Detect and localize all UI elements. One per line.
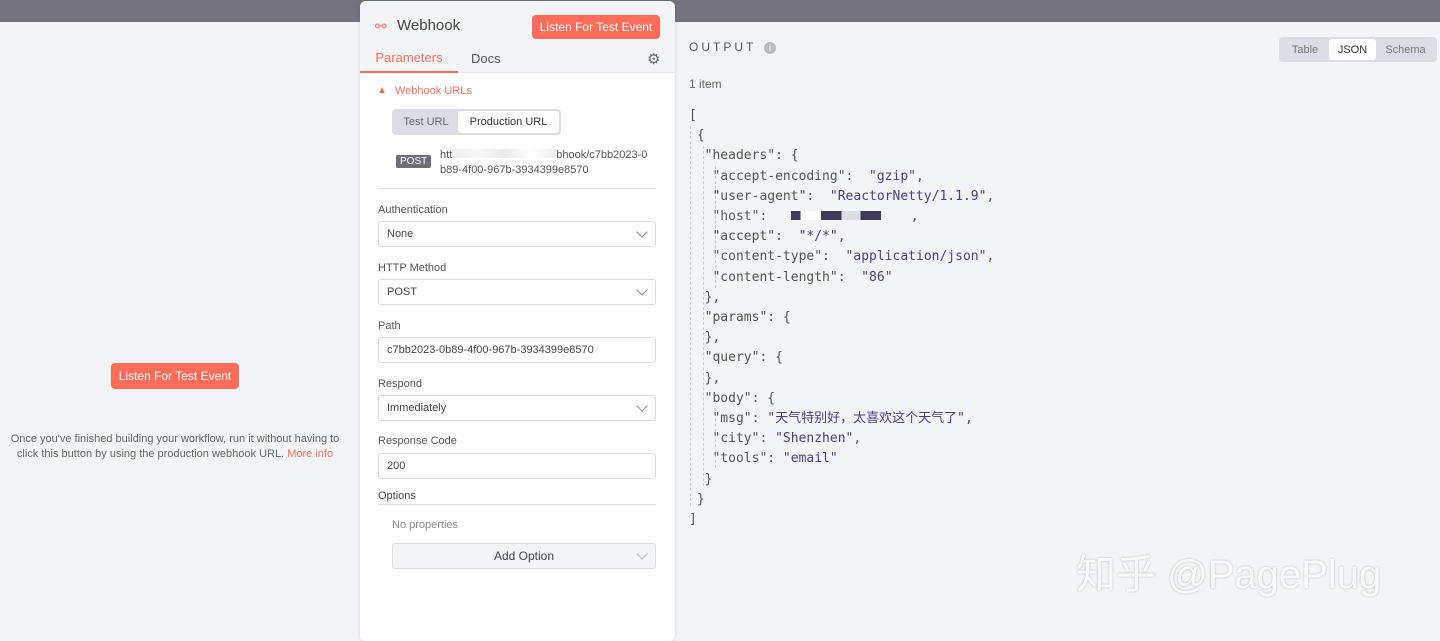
json-value: application/json [853, 249, 979, 265]
select-value: Immediately [387, 402, 447, 414]
json-value: email [790, 451, 830, 467]
response-code-label: Response Code [378, 435, 457, 447]
url-part: htt [440, 149, 453, 161]
divider [378, 188, 656, 189]
http-method-select[interactable]: POST [378, 279, 656, 305]
view-schema[interactable]: Schema [1376, 39, 1435, 60]
more-info-link[interactable]: More info [287, 448, 333, 460]
help-text-line: click this button by using the productio… [16, 448, 285, 460]
chevron-up-icon[interactable]: ▲ [377, 85, 387, 96]
add-option-button[interactable]: Add Option [392, 543, 656, 569]
divider [378, 504, 656, 505]
chevron-down-icon [636, 548, 648, 560]
select-value: POST [387, 286, 417, 298]
json-value: */* [806, 229, 830, 245]
method-badge: POST [396, 155, 432, 168]
authentication-select[interactable]: None [378, 221, 656, 247]
json-value: ReactorNetty/1.1.9 [837, 188, 979, 204]
no-properties-text: No properties [392, 519, 459, 531]
response-code-input[interactable]: 200 [378, 453, 656, 479]
add-option-label: Add Option [493, 549, 555, 563]
json-value: Shenzhen [782, 431, 846, 447]
watermark: 知乎 @PagePlug [1076, 553, 1382, 597]
webhook-url[interactable]: htt bhook/c7bb2023-0 b89-4f00-967b-393439… [440, 148, 660, 178]
top-bar [0, 0, 1440, 22]
chevron-down-icon [636, 284, 648, 296]
url-part: bhook/c7bb2023-0 [556, 149, 648, 161]
path-input[interactable]: c7bb2023-0b89-4f00-967b-3934399e8570 [378, 337, 656, 363]
json-output: [ { "headers": { "accept-encoding": "gzi… [689, 108, 995, 528]
node-parameters-panel: ⚯ Webhook Listen For Test Event Paramete… [360, 1, 675, 641]
listen-for-test-event-button[interactable]: Listen For Test Event [111, 363, 239, 389]
http-method-label: HTTP Method [378, 262, 447, 274]
respond-label: Respond [378, 378, 423, 390]
authentication-label: Authentication [378, 204, 448, 216]
test-url-option[interactable]: Test URL [394, 111, 458, 133]
url-type-toggle: Test URL Production URL [392, 109, 561, 135]
json-value: 天气特别好，太喜欢这个天气了 [775, 411, 958, 427]
webhook-icon: ⚯ [375, 18, 387, 34]
node-title: Webhook [397, 17, 461, 34]
respond-select[interactable]: Immediately [378, 395, 656, 421]
path-label: Path [378, 320, 401, 332]
webhook-urls-toggle[interactable]: Webhook URLs [395, 85, 472, 97]
help-text: Once you've finished building your workf… [0, 432, 350, 462]
help-text-line: Once you've finished building your workf… [10, 433, 340, 445]
select-value: None [387, 228, 414, 240]
view-json[interactable]: JSON [1329, 39, 1376, 60]
url-part: b89-4f00-967b-3934399e8570 [440, 164, 589, 176]
json-value: 86 [869, 269, 885, 285]
production-url-option[interactable]: Production URL [458, 111, 559, 133]
view-table[interactable]: Table [1281, 39, 1329, 60]
options-label: Options [378, 490, 416, 502]
output-title: OUTPUT [689, 40, 757, 54]
chevron-down-icon [636, 226, 648, 238]
chevron-down-icon [636, 400, 648, 412]
gear-icon[interactable]: ⚙ [647, 50, 660, 68]
panel-listen-button[interactable]: Listen For Test Event [532, 15, 660, 39]
redacted-host [790, 211, 911, 221]
view-switcher: Table JSON Schema [1279, 37, 1437, 62]
tab-docs[interactable]: Docs [471, 51, 501, 66]
tab-parameters[interactable]: Parameters [360, 50, 458, 73]
info-icon[interactable]: i [764, 42, 776, 54]
json-value: gzip [876, 168, 909, 184]
item-count: 1 item [689, 77, 722, 91]
